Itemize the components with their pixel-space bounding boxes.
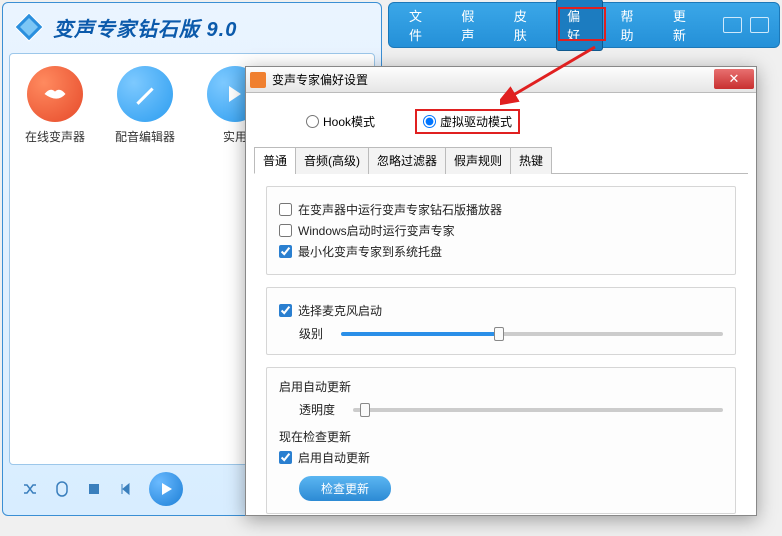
level-label: 级别: [299, 325, 323, 342]
chk-auto-update[interactable]: 启用自动更新: [279, 449, 723, 466]
tab-audio[interactable]: 音频(高级): [295, 147, 369, 174]
prev-icon: [119, 482, 133, 496]
menu-update[interactable]: 更新: [663, 0, 707, 50]
titlebar: 变声专家钻石版 9.0: [3, 3, 381, 51]
dialog-titlebar: 变声专家偏好设置: [246, 67, 756, 93]
chk-label: 选择麦克风启动: [298, 302, 382, 319]
mode-virtual-radio[interactable]: 虚拟驱动模式: [415, 109, 520, 134]
stop-button[interactable]: [85, 480, 103, 498]
chk-label: 启用自动更新: [298, 449, 370, 466]
tool-label: 在线变声器: [25, 128, 85, 145]
brush-icon: [132, 81, 158, 107]
mode-hook-radio[interactable]: Hook模式: [306, 113, 375, 130]
chk-run-player[interactable]: 在变声器中运行变声专家钻石版播放器: [279, 201, 723, 218]
shuffle-icon: [22, 481, 38, 497]
menu-help[interactable]: 帮助: [611, 0, 655, 50]
dialog-icon: [250, 72, 266, 88]
opacity-label: 透明度: [299, 401, 335, 418]
chk-label: 最小化变声专家到系统托盘: [298, 243, 442, 260]
dialog-title: 变声专家偏好设置: [272, 71, 368, 88]
tab-rules[interactable]: 假声规则: [445, 147, 511, 174]
preferences-dialog: 变声专家偏好设置 ✕ Hook模式 虚拟驱动模式 普通 音频(高级) 忽略过滤器…: [245, 66, 757, 516]
tool-label: 实用: [223, 128, 247, 145]
play-button[interactable]: [149, 472, 183, 506]
chk-run-startup[interactable]: Windows启动时运行变声专家: [279, 222, 723, 239]
shuffle-button[interactable]: [21, 480, 39, 498]
check-now-label: 现在检查更新: [279, 428, 723, 445]
minimize-button[interactable]: [723, 17, 742, 33]
chk-tray[interactable]: 最小化变声专家到系统托盘: [279, 243, 723, 260]
auto-update-heading: 启用自动更新: [279, 378, 723, 395]
mode-row: Hook模式 虚拟驱动模式: [246, 93, 756, 146]
prev-button[interactable]: [117, 480, 135, 498]
tool-label: 配音编辑器: [115, 128, 175, 145]
app-logo-icon: [13, 11, 45, 43]
dialog-close-button[interactable]: ✕: [714, 69, 754, 89]
tool-dub-editor[interactable]: 配音编辑器: [110, 66, 180, 145]
menu-file[interactable]: 文件: [399, 0, 443, 50]
repeat-button[interactable]: [53, 480, 71, 498]
play-icon: [158, 481, 174, 497]
level-slider[interactable]: [341, 332, 723, 336]
close-window-button[interactable]: [750, 17, 769, 33]
opacity-slider[interactable]: [353, 408, 723, 412]
group-mic: 选择麦克风启动 级别: [266, 287, 736, 355]
tab-general[interactable]: 普通: [254, 147, 296, 174]
chk-mic[interactable]: 选择麦克风启动: [279, 302, 723, 319]
chk-label: 在变声器中运行变声专家钻石版播放器: [298, 201, 502, 218]
tab-ignore[interactable]: 忽略过滤器: [368, 147, 446, 174]
mode-virtual-label: 虚拟驱动模式: [440, 113, 512, 130]
lips-icon: [41, 80, 69, 108]
annotation-highlight-menu: [558, 7, 606, 41]
menu-skin[interactable]: 皮肤: [504, 0, 548, 50]
tab-content: 在变声器中运行变声专家钻石版播放器 Windows启动时运行变声专家 最小化变声…: [246, 174, 756, 536]
tool-online-voice[interactable]: 在线变声器: [20, 66, 90, 145]
group-update: 启用自动更新 透明度 现在检查更新 启用自动更新 检查更新: [266, 367, 736, 514]
group-startup: 在变声器中运行变声专家钻石版播放器 Windows启动时运行变声专家 最小化变声…: [266, 186, 736, 275]
mode-hook-label: Hook模式: [323, 113, 375, 130]
tab-hotkey[interactable]: 热键: [510, 147, 552, 174]
repeat-icon: [54, 481, 70, 497]
menu-fake[interactable]: 假声: [451, 0, 495, 50]
app-title: 变声专家钻石版 9.0: [53, 13, 237, 42]
arrow-right-icon: [223, 82, 247, 106]
dialog-tabs: 普通 音频(高级) 忽略过滤器 假声规则 热键: [254, 146, 748, 174]
chk-label: Windows启动时运行变声专家: [298, 222, 455, 239]
check-update-button[interactable]: 检查更新: [299, 476, 391, 501]
stop-icon: [87, 482, 101, 496]
